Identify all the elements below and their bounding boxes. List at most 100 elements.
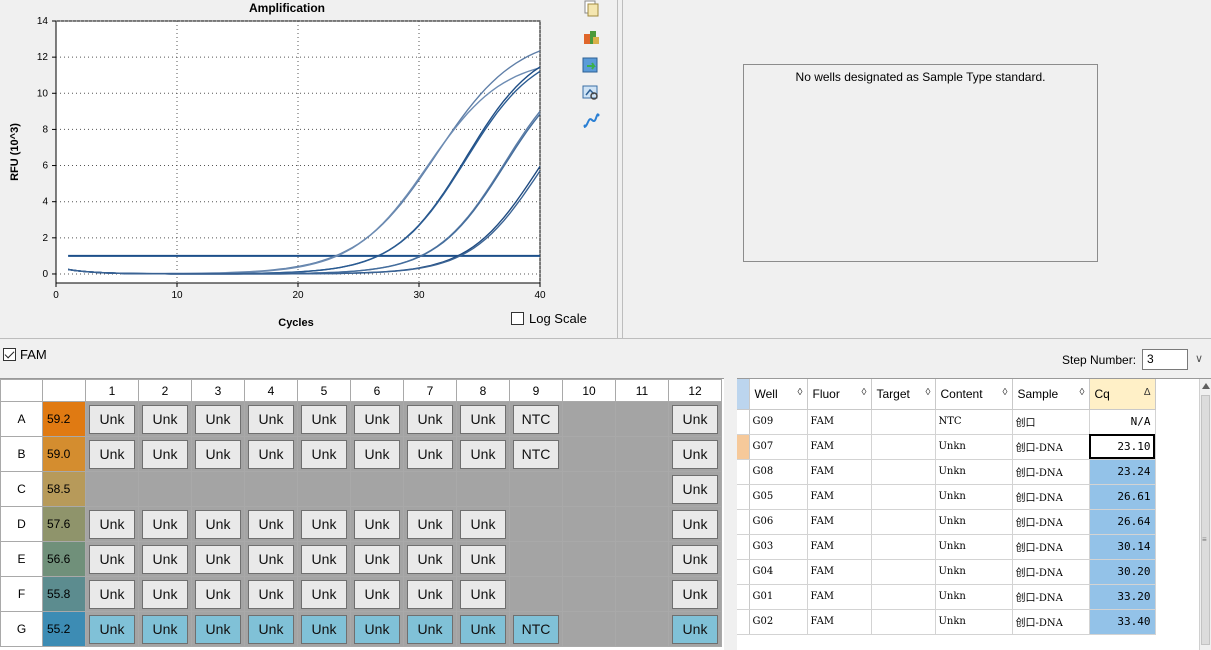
row-selector[interactable]: [737, 559, 750, 585]
well-sample-type[interactable]: Unk: [142, 614, 188, 644]
row-selector[interactable]: [737, 459, 750, 485]
plate-well[interactable]: Unk: [403, 506, 457, 542]
well-sample-type[interactable]: Unk: [248, 544, 294, 574]
cell-sample[interactable]: 创口-DNA: [1012, 609, 1090, 635]
cell-target[interactable]: [871, 434, 936, 460]
plate-well[interactable]: Unk: [85, 401, 139, 437]
well-sample-type[interactable]: Unk: [407, 509, 453, 539]
plate-well[interactable]: Unk: [403, 541, 457, 577]
fam-checkbox[interactable]: [3, 348, 16, 361]
plate-well[interactable]: Unk: [297, 611, 351, 647]
well-sample-type[interactable]: Unk: [672, 579, 718, 609]
cell-sample[interactable]: 创口-DNA: [1012, 559, 1090, 585]
plate-well[interactable]: Unk: [85, 541, 139, 577]
plate-well[interactable]: [244, 471, 298, 507]
cell-cq[interactable]: N/A: [1089, 409, 1156, 435]
cell-fluor[interactable]: FAM: [807, 559, 872, 585]
plate-well[interactable]: NTC: [509, 436, 563, 472]
plate-well[interactable]: Unk: [350, 541, 404, 577]
plate-well[interactable]: [456, 471, 510, 507]
cell-fluor[interactable]: FAM: [807, 484, 872, 510]
plate-column-header[interactable]: 6: [350, 379, 404, 402]
plate-row-header[interactable]: A: [0, 401, 43, 437]
plate-column-header[interactable]: 9: [509, 379, 563, 402]
cell-content[interactable]: Unkn: [935, 484, 1013, 510]
plate-well[interactable]: [509, 541, 563, 577]
plate-well[interactable]: [562, 541, 616, 577]
well-sample-type[interactable]: Unk: [89, 614, 135, 644]
plate-row-header[interactable]: D: [0, 506, 43, 542]
well-sample-type[interactable]: Unk: [195, 544, 241, 574]
plate-column-header[interactable]: 11: [615, 379, 669, 402]
cell-fluor[interactable]: FAM: [807, 409, 872, 435]
cell-content[interactable]: Unkn: [935, 584, 1013, 610]
well-sample-type[interactable]: Unk: [142, 579, 188, 609]
well-sample-type[interactable]: Unk: [407, 614, 453, 644]
plate-well[interactable]: [562, 436, 616, 472]
cell-well[interactable]: G01: [749, 584, 808, 610]
well-sample-type[interactable]: Unk: [248, 579, 294, 609]
well-sample-type[interactable]: Unk: [248, 404, 294, 434]
well-sample-type[interactable]: Unk: [195, 579, 241, 609]
well-sample-type[interactable]: Unk: [248, 439, 294, 469]
plate-well[interactable]: Unk: [668, 436, 722, 472]
log-scale-toggle[interactable]: Log Scale: [511, 311, 587, 326]
well-sample-type[interactable]: Unk: [301, 404, 347, 434]
cell-well[interactable]: G09: [749, 409, 808, 435]
well-sample-type[interactable]: Unk: [354, 509, 400, 539]
plate-well[interactable]: Unk: [350, 506, 404, 542]
table-row[interactable]: G03 FAM Unkn 创口-DNA 30.14: [737, 534, 1156, 560]
plate-corner-select-all[interactable]: [42, 379, 86, 402]
table-row[interactable]: G08 FAM Unkn 创口-DNA 23.24: [737, 459, 1156, 485]
sort-icon[interactable]: ◊: [798, 387, 803, 398]
well-sample-type[interactable]: Unk: [248, 509, 294, 539]
cell-sample[interactable]: 创口-DNA: [1012, 509, 1090, 535]
plate-well[interactable]: Unk: [403, 611, 457, 647]
well-sample-type[interactable]: Unk: [460, 544, 506, 574]
plate-well[interactable]: [509, 506, 563, 542]
plate-well[interactable]: [350, 471, 404, 507]
plate-well[interactable]: [615, 436, 669, 472]
well-sample-type[interactable]: Unk: [407, 544, 453, 574]
plate-well[interactable]: [138, 471, 192, 507]
plate-well[interactable]: Unk: [456, 401, 510, 437]
plate-well[interactable]: [509, 471, 563, 507]
plate-well[interactable]: Unk: [85, 611, 139, 647]
plate-well[interactable]: Unk: [297, 541, 351, 577]
well-sample-type[interactable]: Unk: [354, 544, 400, 574]
plate-well[interactable]: Unk: [350, 401, 404, 437]
plate-well[interactable]: Unk: [191, 506, 245, 542]
plate-well[interactable]: [562, 401, 616, 437]
well-sample-type[interactable]: Unk: [301, 439, 347, 469]
cell-fluor[interactable]: FAM: [807, 609, 872, 635]
cell-content[interactable]: Unkn: [935, 609, 1013, 635]
plate-well[interactable]: Unk: [244, 576, 298, 612]
results-scrollbar[interactable]: ≡: [1199, 379, 1211, 650]
results-column-header[interactable]: Cq Δ: [1089, 379, 1156, 410]
scroll-up-icon[interactable]: [1202, 381, 1210, 389]
well-sample-type[interactable]: Unk: [89, 404, 135, 434]
plate-well[interactable]: [615, 576, 669, 612]
plate-well[interactable]: Unk: [456, 576, 510, 612]
cell-content[interactable]: Unkn: [935, 459, 1013, 485]
cell-target[interactable]: [871, 584, 936, 610]
plate-well[interactable]: Unk: [297, 506, 351, 542]
row-selector[interactable]: [737, 484, 750, 510]
cell-sample[interactable]: 创口-DNA: [1012, 534, 1090, 560]
plate-row-header[interactable]: C: [0, 471, 43, 507]
curve-icon[interactable]: [582, 112, 600, 130]
well-sample-type[interactable]: Unk: [354, 614, 400, 644]
cell-target[interactable]: [871, 534, 936, 560]
plate-row-header[interactable]: E: [0, 541, 43, 577]
results-column-header[interactable]: Sample ◊: [1012, 379, 1090, 410]
table-row[interactable]: G02 FAM Unkn 创口-DNA 33.40: [737, 609, 1156, 635]
plate-well[interactable]: Unk: [138, 506, 192, 542]
well-sample-type[interactable]: Unk: [89, 579, 135, 609]
well-sample-type[interactable]: Unk: [672, 544, 718, 574]
well-sample-type[interactable]: Unk: [354, 579, 400, 609]
plate-column-header[interactable]: 5: [297, 379, 351, 402]
plate-well[interactable]: Unk: [456, 611, 510, 647]
row-selector[interactable]: [737, 434, 750, 460]
cell-fluor[interactable]: FAM: [807, 584, 872, 610]
cell-content[interactable]: Unkn: [935, 509, 1013, 535]
